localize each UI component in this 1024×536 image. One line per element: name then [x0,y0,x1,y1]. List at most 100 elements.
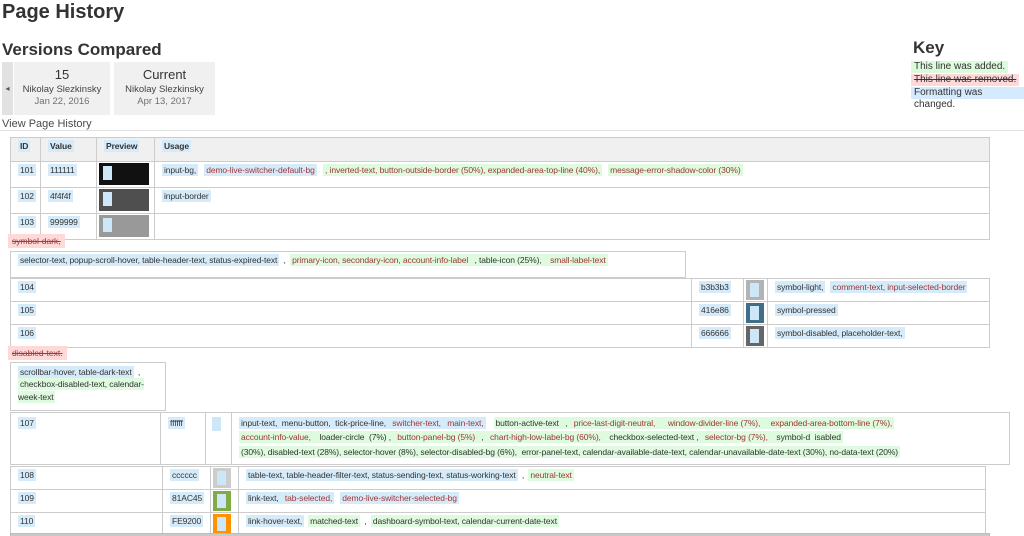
version-box-old[interactable]: 15 Nikolay Slezkinsky Jan 22, 2016 [14,62,110,115]
table-row: 104 b3b3b3 symbol-light, comment-text, inpu… [10,278,990,302]
swatch-highlight [750,283,759,297]
key-changed-legend: Formatting was changed. [911,87,1024,110]
usage-token: expanded-area-bottom-line (7%), [768,417,895,429]
id-cell: 104 [10,278,692,302]
row-id: 106 [18,327,36,339]
swatch-highlight [750,306,759,320]
key-removed-legend: This line was removed. [911,74,1020,86]
usage-token: comment-text, input-selected-border [830,281,968,293]
usage-token: matched-text [308,515,361,527]
row-id: 103 [18,216,36,228]
usage-token: link-text, [246,492,281,504]
version-box-current[interactable]: Current Nikolay Slezkinsky Apr 13, 2017 [114,62,215,115]
usage-token: link-hover-text, [246,515,305,527]
preview-swatch [213,491,231,511]
id-cell: 109 [10,489,163,513]
usage-token: neutral-text [528,469,574,481]
row-value: 4f4f4f [48,190,73,202]
usage-cell: table-text, table-header-filter-text, st… [238,466,986,490]
diff-table: 104 b3b3b3 symbol-light, comment-text, inpu… [10,278,990,348]
usage-token: table-text, table-header-filter-text, st… [246,469,518,481]
usage-token: main-text, [442,417,486,429]
usage-token: primary-icon, secondary-icon, account-in… [290,254,471,266]
preview-cell [210,489,239,513]
usage-cell [154,213,990,240]
previous-version-arrow-button[interactable]: ◂ [2,62,13,115]
usage-token: symbol-disabled, placeholder-text, [775,327,905,339]
table-row: 101 111111 input-bg, demo-live-switcher-def… [10,161,990,188]
preview-cell [96,161,155,188]
swatch-highlight [750,329,759,343]
usage-token: , inverted-text, button-outside-border (… [323,164,603,176]
value-cell: 666666 [691,324,744,348]
column-header: ID [10,137,41,162]
page-title: Page History [2,1,125,23]
preview-cell [205,412,232,465]
version-old-label: 15 [54,67,70,82]
value-cell: cccccc [162,466,211,490]
table-row: 106 666666 symbol-disabled, placeholder-te… [10,324,990,348]
value-cell: 416e86 [691,301,744,325]
column-header: Usage [154,137,990,162]
swatch-highlight [217,471,226,485]
usage-token: loader-circle (7%) , [312,431,396,444]
preview-swatch [208,414,226,434]
preview-swatch [746,303,764,323]
preview-swatch [213,468,231,488]
usage-token: (30%), disabled-text (28%), selector-hov… [239,445,901,458]
diff-table: 108 cccccc table-text, table-header-filter… [10,466,986,536]
usage-token: account-info-value, [239,431,313,444]
preview-cell [210,466,239,490]
preview-cell [743,324,768,348]
usage-token: input-bg, [162,164,199,176]
usage-token: selector-bg (7%), [702,431,770,444]
usage-token: checkbox-selected-text , [602,431,703,444]
id-cell: 102 [10,187,41,214]
usage-token: symbol-pressed [775,304,838,316]
usage-token: message-error-shadow-color (30%) [608,164,743,176]
row-value: 416e86 [699,304,731,316]
column-header-label: Value [48,140,74,152]
row-value: ffffff [168,417,185,429]
row-value: 81AC45 [170,492,205,504]
preview-swatch [746,326,764,346]
id-cell: 101 [10,161,41,188]
row-value: 666666 [699,327,731,339]
id-cell: 108 [10,466,163,490]
usage-token: checkbox-disabled-text, calendar-week-te… [18,378,144,403]
key-heading: Key [913,38,945,57]
usage-token: dashboard-symbol-text, calendar-current-… [370,515,559,527]
usage-token: price-last-digit-neutral, [571,417,658,429]
table-row: 105 416e86 symbol-pressed [10,301,990,325]
version-current-author: Nikolay Slezkinsky [125,84,204,95]
version-current-label: Current [142,67,187,82]
row-value: b3b3b3 [699,281,731,293]
id-cell: 105 [10,301,692,325]
usage-token: , [477,431,488,444]
usage-token: switcher-text, [388,417,443,429]
removed-line: symbol-dark, [8,234,65,248]
table-row: 107 ffffff input-text, menu-button, tick-p… [10,412,1010,465]
header-row: ID Value Preview Usage [10,137,990,162]
version-old-date: Jan 22, 2016 [34,96,90,107]
column-header: Preview [96,137,155,162]
preview-cell [96,213,155,240]
view-page-history-link[interactable]: View Page History [2,118,92,130]
table-row: 109 81AC45 link-text, tab-selected, demo-li… [10,489,986,513]
table-row: 103 999999 [10,213,990,240]
preview-swatch [746,280,764,300]
removed-line: disabled-text. [8,346,67,360]
swatch-highlight [217,517,226,531]
diff-table: ID Value Preview Usage 101 111111 input-bg, dem… [10,137,990,240]
usage-token: , table-icon (25%), [470,254,549,266]
preview-cell [96,187,155,214]
usage-token: symbol-light, [775,281,826,293]
usage-token: , [362,516,369,526]
usage-cell: selector-text, popup-scroll-hover, table… [10,251,686,278]
usage-token: button-panel-bg (5%) [395,431,478,444]
row-id: 110 [18,515,36,527]
table-row: 102 4f4f4f input-border [10,187,990,214]
usage-token: small-label-text [548,254,608,266]
preview-swatch [99,215,149,237]
usage-cell: symbol-light, comment-text, input-selecte… [767,278,990,302]
